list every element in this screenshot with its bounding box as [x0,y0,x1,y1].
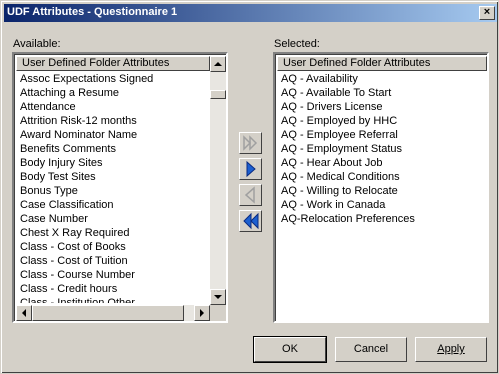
list-item[interactable]: Bonus Type [16,184,210,198]
selected-label: Selected: [274,38,320,50]
apply-button[interactable]: Apply [415,337,487,362]
scroll-up-icon [214,62,222,66]
list-item[interactable]: Class - Course Number [16,268,210,282]
remove-all-button[interactable] [239,210,262,232]
list-item[interactable]: Body Test Sites [16,170,210,184]
list-item[interactable]: Attendance [16,100,210,114]
scroll-left-button[interactable] [16,305,32,321]
list-item[interactable]: AQ - Work in Canada [277,198,487,212]
list-item[interactable]: Class - Cost of Tuition [16,254,210,268]
available-label: Available: [13,38,61,50]
title-bar: UDF Attributes - Questionnaire 1 × [4,4,497,22]
left-arrow-icon [244,186,255,204]
available-vertical-scrollbar[interactable] [210,56,226,305]
scroll-left-icon [22,309,26,317]
close-icon: × [483,6,491,18]
list-item[interactable]: Class - Institution Other [16,296,210,303]
horizontal-scroll-thumb[interactable] [32,305,184,321]
cancel-button[interactable]: Cancel [335,337,407,362]
list-item[interactable]: Case Classification [16,198,210,212]
dialog-window: UDF Attributes - Questionnaire 1 × Avail… [0,0,499,374]
close-button[interactable]: × [479,6,495,20]
available-horizontal-scrollbar[interactable] [16,305,210,321]
add-button[interactable] [239,158,262,180]
selected-column-header[interactable]: User Defined Folder Attributes [277,56,487,71]
list-item[interactable]: AQ - Availability [277,72,487,86]
scroll-up-button[interactable] [210,56,226,72]
scroll-corner [210,305,226,321]
list-item[interactable]: Assoc Expectations Signed [16,72,210,86]
selected-list[interactable]: User Defined Folder Attributes AQ - Avai… [273,52,489,323]
available-list[interactable]: User Defined Folder Attributes Assoc Exp… [12,52,228,323]
right-arrow-icon [246,160,256,178]
list-item[interactable]: AQ - Medical Conditions [277,170,487,184]
list-item[interactable]: AQ - Hear About Job [277,156,487,170]
double-left-arrow-icon [243,212,259,230]
window-title: UDF Attributes - Questionnaire 1 [7,6,178,18]
list-item[interactable]: Chest X Ray Required [16,226,210,240]
list-item[interactable]: Attaching a Resume [16,86,210,100]
list-item[interactable]: Award Nominator Name [16,128,210,142]
list-item[interactable]: Body Injury Sites [16,156,210,170]
list-item[interactable]: AQ - Employed by HHC [277,114,487,128]
list-item[interactable]: Benefits Comments [16,142,210,156]
list-item[interactable]: AQ - Willing to Relocate [277,184,487,198]
list-item[interactable]: Class - Credit hours [16,282,210,296]
list-item[interactable]: Class - Cost of Books [16,240,210,254]
list-item[interactable]: AQ - Employee Referral [277,128,487,142]
ok-button[interactable]: OK [253,336,327,363]
add-all-button[interactable] [239,132,262,154]
scroll-thumb[interactable] [210,90,226,99]
list-item[interactable]: Case Number [16,212,210,226]
list-item[interactable]: AQ - Available To Start [277,86,487,100]
list-item[interactable]: AQ-Relocation Preferences [277,212,487,226]
double-right-arrow-icon [243,135,258,151]
scroll-right-icon [200,309,204,317]
scroll-right-button[interactable] [194,305,210,321]
apply-button-label: Apply [437,343,465,355]
available-column-header[interactable]: User Defined Folder Attributes [16,56,210,71]
scroll-down-icon [214,295,222,299]
list-item[interactable]: AQ - Drivers License [277,100,487,114]
scroll-down-button[interactable] [210,289,226,305]
list-item[interactable]: Attrition Risk-12 months [16,114,210,128]
list-item[interactable]: AQ - Employment Status [277,142,487,156]
remove-button[interactable] [239,184,262,206]
